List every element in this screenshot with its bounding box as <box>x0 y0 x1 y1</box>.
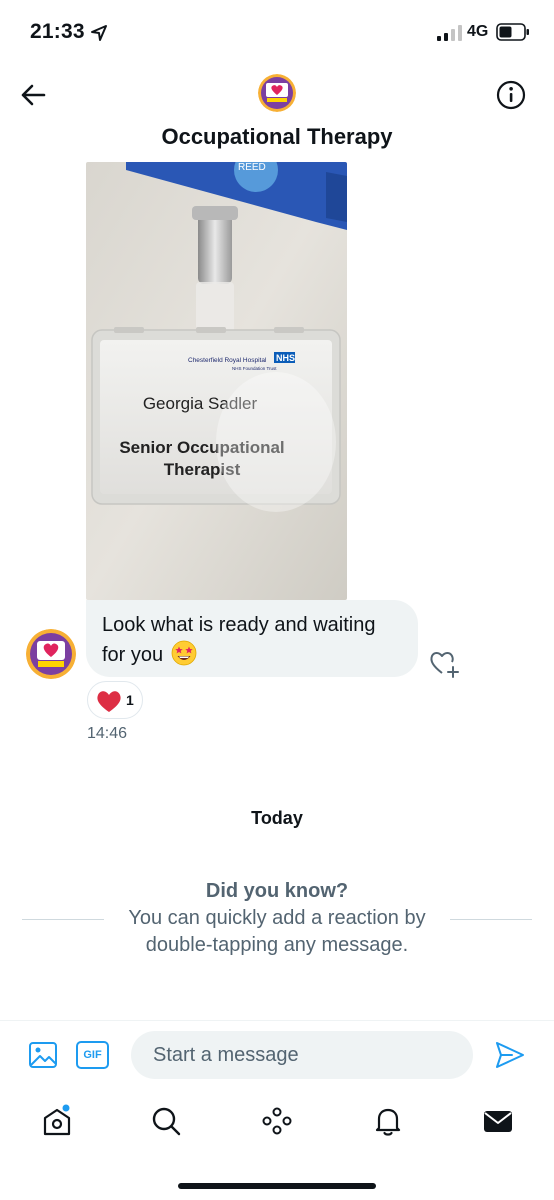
search-icon <box>152 1107 181 1136</box>
add-photo-button[interactable] <box>28 1040 58 1070</box>
message-text: Look what is ready and waiting for you <box>102 614 376 666</box>
send-icon <box>496 1042 524 1068</box>
message-timestamp: 14:46 <box>87 725 128 742</box>
sender-avatar[interactable] <box>26 629 76 679</box>
divider <box>450 919 532 920</box>
reaction-count: 1 <box>126 692 134 708</box>
network-label: 4G <box>467 23 489 40</box>
tab-home[interactable] <box>40 1104 74 1138</box>
battery-icon <box>496 23 529 41</box>
star-struck-emoji <box>171 640 197 666</box>
spaces-icon <box>262 1107 292 1135</box>
back-button[interactable] <box>16 78 50 112</box>
divider <box>22 919 104 920</box>
messages-icon <box>484 1111 512 1132</box>
badge-trust: NHS Foundation Trust <box>232 366 277 371</box>
tip-title: Did you know? <box>205 880 349 902</box>
message-input[interactable] <box>131 1031 473 1079</box>
tab-spaces[interactable] <box>260 1104 294 1138</box>
add-reaction-button[interactable] <box>428 647 462 679</box>
tab-messages[interactable] <box>481 1104 515 1138</box>
tab-search[interactable] <box>149 1104 183 1138</box>
home-icon <box>43 1104 71 1136</box>
send-button[interactable] <box>494 1039 526 1071</box>
tip-body: You can quickly add a reaction by double… <box>128 907 426 956</box>
conversation-title[interactable]: Occupational Therapy <box>0 124 554 150</box>
add-reaction-heart-icon <box>430 652 459 678</box>
photo-attachment[interactable]: REED Chesterfield Royal Hospital NHS NHS… <box>86 162 347 600</box>
gif-button[interactable]: GIF <box>76 1041 109 1069</box>
signal-icon <box>437 25 462 41</box>
status-time: 21:33 <box>30 20 85 43</box>
conversation-header: Occupational Therapy <box>0 64 554 162</box>
reaction-pill[interactable]: 1 <box>87 681 143 719</box>
info-icon <box>496 80 526 110</box>
heart-icon <box>97 691 121 712</box>
back-arrow-icon <box>21 84 46 106</box>
message-bubble[interactable]: Look what is ready and waiting for you <box>86 600 418 677</box>
home-indicator <box>178 1183 376 1189</box>
badge-hospital: Chesterfield Royal Hospital <box>188 357 267 364</box>
notifications-icon <box>375 1108 401 1136</box>
pen-text: REED <box>238 162 266 173</box>
info-button[interactable] <box>494 78 528 112</box>
location-arrow-icon <box>91 25 107 41</box>
message-composer: GIF <box>0 1020 554 1090</box>
status-bar: 21:33 4G <box>0 0 554 64</box>
tab-notifications[interactable] <box>371 1104 405 1138</box>
bottom-tab-bar <box>0 1090 554 1160</box>
image-icon <box>29 1042 57 1068</box>
heart-logo-icon <box>26 629 76 679</box>
badge-nhs: NHS <box>276 353 295 363</box>
conversation-avatar[interactable] <box>258 74 296 112</box>
heart-logo-icon <box>258 74 296 112</box>
day-separator: Today <box>251 808 303 828</box>
